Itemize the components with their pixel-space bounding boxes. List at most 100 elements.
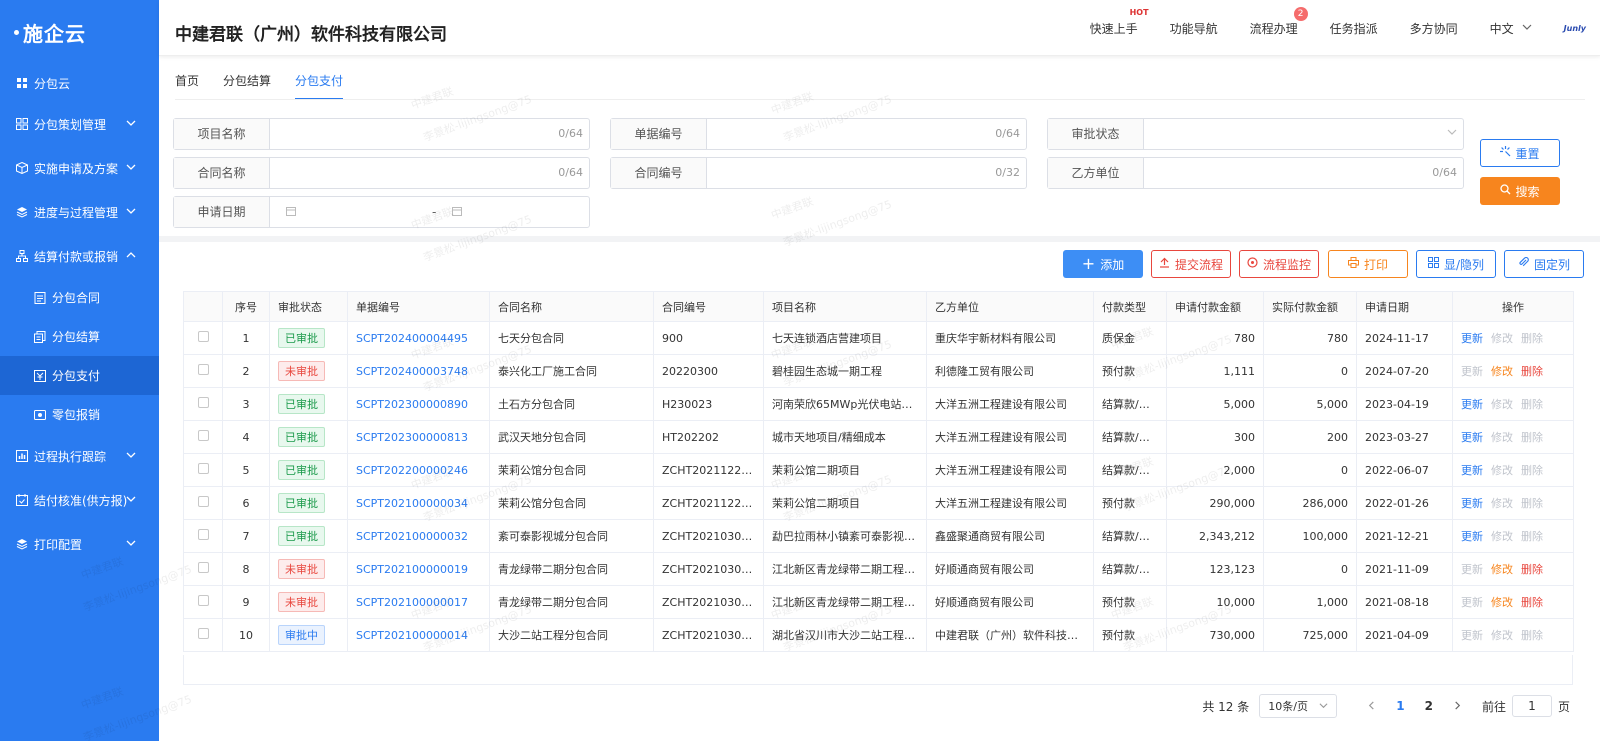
task-link[interactable]: 任务指派 — [1330, 20, 1378, 37]
sidebar-item-planning[interactable]: 分包策划管理 — [0, 102, 159, 146]
row-checkbox[interactable] — [197, 463, 209, 474]
sidebar-item-reimburse[interactable]: 零包报销 — [0, 395, 159, 434]
table-row[interactable]: 8 未审批 SCPT202100000019 青龙绿带二期分包合同 ZCHT202103… — [183, 552, 1574, 586]
doc-link[interactable]: SCPT202100000014 — [356, 629, 468, 642]
reset-button[interactable]: 重置 — [1480, 139, 1560, 167]
table-row[interactable]: 5 已审批 SCPT202200000246 茉莉公馆分包合同 ZCHT20211223… — [183, 453, 1574, 487]
sidebar-item-subsettle[interactable]: 分包结算 — [0, 317, 159, 356]
modify-button[interactable]: 修改 — [1491, 629, 1513, 642]
doc-link[interactable]: SCPT202100000017 — [356, 596, 468, 609]
next-page-button[interactable] — [1453, 699, 1462, 713]
tab-pay[interactable]: 分包支付 — [295, 72, 344, 100]
table-row[interactable]: 2 未审批 SCPT202400003748 泰兴化工厂施工合同 20220300 碧桂园… — [183, 354, 1574, 388]
prev-page-button[interactable] — [1367, 699, 1376, 713]
table-row[interactable]: 7 已审批 SCPT202100000032 紊可泰影视城分包合同 ZCHT202103… — [183, 519, 1574, 553]
project-name-field[interactable]: 项目名称 0/64 — [173, 118, 590, 150]
doc-link[interactable]: SCPT202200000246 — [356, 464, 468, 477]
row-checkbox[interactable] — [197, 364, 209, 375]
doc-link[interactable]: SCPT202300000813 — [356, 431, 468, 444]
add-button[interactable]: + 添加 — [1063, 250, 1143, 278]
cell-doc[interactable]: SCPT202100000017 — [347, 585, 490, 619]
doc-link[interactable]: SCPT202400004495 — [356, 332, 468, 345]
sidebar-item-approval[interactable]: 结付核准(供方报) — [0, 478, 159, 522]
delete-button[interactable]: 删除 — [1521, 596, 1543, 609]
row-checkbox[interactable] — [197, 430, 209, 441]
search-button[interactable]: 搜索 — [1480, 177, 1560, 205]
sidebar-item-subcontract[interactable]: 分包合同 — [0, 278, 159, 317]
print-button[interactable]: 打印 — [1328, 250, 1408, 278]
submit-flow-button[interactable]: 提交流程 — [1151, 250, 1231, 278]
fix-column-button[interactable]: 固定列 — [1504, 250, 1584, 278]
sidebar-item-progress[interactable]: 进度与过程管理 — [0, 190, 159, 234]
update-button[interactable]: 更新 — [1461, 596, 1483, 609]
update-button[interactable]: 更新 — [1461, 365, 1483, 378]
delete-button[interactable]: 删除 — [1521, 398, 1543, 411]
approval-status-select[interactable]: 审批状态 — [1047, 118, 1464, 150]
table-row[interactable]: 4 已审批 SCPT202300000813 武汉天地分包合同 HT202202 城市天地… — [183, 420, 1574, 454]
sidebar-item-settlement[interactable]: 结算付款或报销 — [0, 234, 159, 278]
update-button[interactable]: 更新 — [1461, 464, 1483, 477]
row-checkbox[interactable] — [197, 562, 209, 573]
sidebar-item-fenbaoyun[interactable]: 分包云 — [0, 64, 159, 102]
modify-button[interactable]: 修改 — [1491, 530, 1513, 543]
modify-button[interactable]: 修改 — [1491, 398, 1513, 411]
row-checkbox[interactable] — [197, 529, 209, 540]
cell-doc[interactable]: SCPT202300000890 — [347, 387, 490, 421]
delete-button[interactable]: 删除 — [1521, 464, 1543, 477]
cell-doc[interactable]: SCPT202400004495 — [347, 321, 490, 355]
table-row[interactable]: 10 审批中 SCPT202100000014 大沙二站工程分包合同 ZCHT20210… — [183, 618, 1574, 652]
tab-home[interactable]: 首页 — [175, 72, 199, 100]
update-button[interactable]: 更新 — [1461, 497, 1483, 510]
cell-doc[interactable]: SCPT202200000246 — [347, 453, 490, 487]
sidebar-item-print-config[interactable]: 打印配置 — [0, 522, 159, 566]
func-nav-link[interactable]: 功能导航 — [1170, 20, 1218, 37]
row-checkbox[interactable] — [197, 496, 209, 507]
sidebar-item-tracking[interactable]: 过程执行跟踪 — [0, 434, 159, 478]
update-button[interactable]: 更新 — [1461, 398, 1483, 411]
modify-button[interactable]: 修改 — [1491, 431, 1513, 444]
apply-date-range[interactable]: 申请日期 - — [173, 196, 590, 228]
cell-doc[interactable]: SCPT202100000034 — [347, 486, 490, 520]
show-hide-columns-button[interactable]: 显/隐列 — [1416, 250, 1496, 278]
goto-page-input[interactable]: 1 — [1511, 695, 1552, 717]
contract-no-field[interactable]: 合同编号 0/32 — [610, 157, 1027, 189]
update-button[interactable]: 更新 — [1461, 530, 1483, 543]
party-b-field[interactable]: 乙方单位 0/64 — [1047, 157, 1464, 189]
row-checkbox[interactable] — [197, 397, 209, 408]
cell-doc[interactable]: SCPT202400003748 — [347, 354, 490, 388]
modify-button[interactable]: 修改 — [1491, 464, 1513, 477]
update-button[interactable]: 更新 — [1461, 431, 1483, 444]
modify-button[interactable]: 修改 — [1491, 563, 1513, 576]
delete-button[interactable]: 删除 — [1521, 530, 1543, 543]
modify-button[interactable]: 修改 — [1491, 332, 1513, 345]
cell-doc[interactable]: SCPT202300000813 — [347, 420, 490, 454]
row-checkbox[interactable] — [197, 595, 209, 606]
doc-link[interactable]: SCPT202100000032 — [356, 530, 468, 543]
table-row[interactable]: 6 已审批 SCPT202100000034 茉莉公馆分包合同 ZCHT20211223… — [183, 486, 1574, 520]
sidebar-item-subpay[interactable]: 分包支付 — [0, 356, 159, 395]
delete-button[interactable]: 删除 — [1521, 563, 1543, 576]
cell-doc[interactable]: SCPT202100000032 — [347, 519, 490, 553]
process-link[interactable]: 流程办理 2 — [1250, 6, 1308, 37]
delete-button[interactable]: 删除 — [1521, 431, 1543, 444]
cell-doc[interactable]: SCPT202100000014 — [347, 618, 490, 652]
doc-link[interactable]: SCPT202100000034 — [356, 497, 468, 510]
collab-link[interactable]: 多方协同 — [1410, 20, 1458, 37]
doc-link[interactable]: SCPT202400003748 — [356, 365, 468, 378]
update-button[interactable]: 更新 — [1461, 563, 1483, 576]
modify-button[interactable]: 修改 — [1491, 365, 1513, 378]
quick-start-link[interactable]: 快速上手 HOT — [1090, 8, 1149, 37]
page-size-select[interactable]: 10条/页 — [1259, 694, 1338, 718]
cell-doc[interactable]: SCPT202100000019 — [347, 552, 490, 586]
tab-settle[interactable]: 分包结算 — [223, 72, 271, 100]
language-select[interactable]: 中文 — [1490, 20, 1532, 37]
doc-no-field[interactable]: 单据编号 0/64 — [610, 118, 1027, 150]
sidebar-item-apply[interactable]: 实施申请及方案 — [0, 146, 159, 190]
row-checkbox[interactable] — [197, 331, 209, 342]
delete-button[interactable]: 删除 — [1521, 497, 1543, 510]
delete-button[interactable]: 删除 — [1521, 629, 1543, 642]
contract-name-field[interactable]: 合同名称 0/64 — [173, 157, 590, 189]
table-row[interactable]: 9 未审批 SCPT202100000017 青龙绿带二期分包合同 ZCHT202103… — [183, 585, 1574, 619]
update-button[interactable]: 更新 — [1461, 332, 1483, 345]
modify-button[interactable]: 修改 — [1491, 497, 1513, 510]
